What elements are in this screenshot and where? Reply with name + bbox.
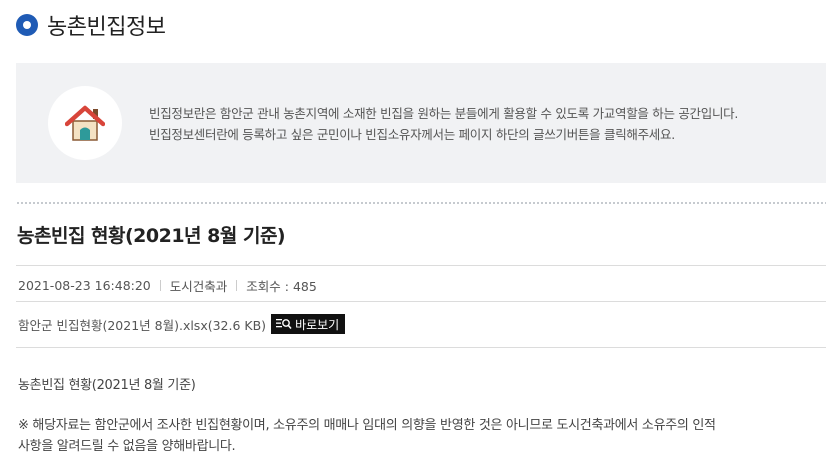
preview-button[interactable]: 바로보기 [271, 314, 346, 334]
dotted-divider [16, 201, 826, 205]
separator [159, 280, 161, 291]
info-text: 빈집정보란은 함안군 관내 농촌지역에 소재한 빈집을 원하는 분들에게 활용할… [149, 103, 738, 145]
info-line: 빈집정보란은 함안군 관내 농촌지역에 소재한 빈집을 원하는 분들에게 활용할… [149, 106, 739, 121]
post-views: 조회수 : 485 [246, 279, 317, 294]
post-meta: 2021-08-23 16:48:20 도시건축과 조회수 : 485 [18, 276, 317, 295]
info-line: 빈집정보센터란에 등록하고 싶은 군민이나 빈집소유자께서는 페이지 하단의 글… [149, 127, 675, 142]
circle-bullet-icon [16, 14, 38, 36]
post-date: 2021-08-23 16:48:20 [18, 278, 151, 293]
post-title: 농촌빈집 현황(2021년 8월 기준) [17, 225, 286, 247]
divider [16, 301, 826, 302]
page-title: 농촌빈집정보 [47, 15, 166, 40]
house-icon [48, 86, 122, 160]
post-department: 도시건축과 [169, 279, 228, 294]
preview-button-label: 바로보기 [295, 317, 340, 332]
separator [236, 280, 238, 291]
body-note: ※ 해당자료는 함안군에서 조사한 빈집현황이며, 소유주의 매매나 임대의 의… [18, 415, 716, 457]
divider [16, 265, 826, 266]
attachment-link[interactable]: 함안군 빈집현황(2021년 8월).xlsx(32.6 KB) [18, 315, 266, 334]
attachment-row: 함안군 빈집현황(2021년 8월).xlsx(32.6 KB) 바로보기 [18, 314, 346, 334]
body-note-line: ※ 해당자료는 함안군에서 조사한 빈집현황이며, 소유주의 매매나 임대의 의… [18, 418, 716, 433]
body-heading: 농촌빈집 현황(2021년 8월 기준) [18, 378, 196, 393]
body-note-line: 사항을 알려드릴 수 없음을 양해바랍니다. [18, 439, 236, 454]
preview-icon [276, 319, 292, 330]
info-box: 빈집정보란은 함안군 관내 농촌지역에 소재한 빈집을 원하는 분들에게 활용할… [16, 63, 826, 183]
divider [16, 347, 826, 348]
post-body: 농촌빈집 현황(2021년 8월 기준) ※ 해당자료는 함안군에서 조사한 빈… [18, 377, 826, 454]
page-header: 농촌빈집정보 [16, 10, 166, 40]
